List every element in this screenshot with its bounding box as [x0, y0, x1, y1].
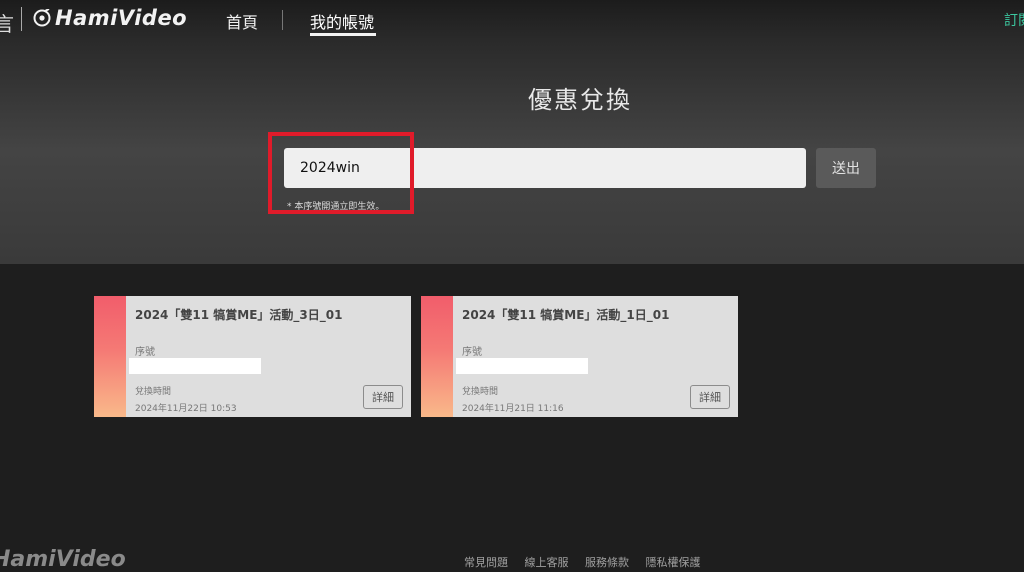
- nav-my-account-link[interactable]: 我的帳號: [310, 9, 374, 33]
- hami-video-logo[interactable]: HamiVideo: [55, 6, 187, 30]
- card-detail-button[interactable]: 詳細: [363, 385, 403, 409]
- footer-links: 常見問題 線上客服 服務條款 隱私權保護: [464, 554, 714, 570]
- card-serial-value-redacted: [456, 358, 588, 374]
- nav-subscribe-link[interactable]: 訂閱: [1004, 10, 1024, 30]
- card-serial-value-redacted: [129, 358, 261, 374]
- card-time-label: 兌換時間: [462, 387, 499, 397]
- nav-divider: [282, 10, 283, 30]
- header-hero: 言 HamiVideo 首頁 我的帳號 訂閱 優惠兌換 送出 * 本序號開通立即…: [0, 0, 1024, 264]
- footer-link-faq[interactable]: 常見問題: [464, 556, 508, 569]
- card-detail-button[interactable]: 詳細: [690, 385, 730, 409]
- footer-hami-video-logo[interactable]: HamiVideo: [0, 547, 126, 572]
- card-title: 2024「雙11 犒賞ME」活動_3日_01: [135, 308, 343, 322]
- card-color-stripe: [94, 296, 126, 417]
- card-time-value: 2024年11月21日 11:16: [462, 404, 564, 414]
- nav-home-link[interactable]: 首頁: [226, 9, 258, 33]
- card-color-stripe: [421, 296, 453, 417]
- submit-button[interactable]: 送出: [816, 148, 876, 188]
- brand-partner-logo: 言: [0, 12, 14, 36]
- active-tab-indicator: [310, 33, 376, 36]
- footer-link-support[interactable]: 線上客服: [525, 556, 569, 569]
- footer-link-privacy[interactable]: 隱私權保護: [646, 556, 701, 569]
- card-serial-label: 序號: [462, 347, 482, 358]
- top-nav: 言 HamiVideo 首頁 我的帳號 訂閱: [0, 0, 1024, 40]
- redemption-card: 2024「雙11 犒賞ME」活動_1日_01 序號 兌換時間 2024年11月2…: [421, 296, 738, 417]
- redemption-card: 2024「雙11 犒賞ME」活動_3日_01 序號 兌換時間 2024年11月2…: [94, 296, 411, 417]
- card-title: 2024「雙11 犒賞ME」活動_1日_01: [462, 308, 670, 322]
- card-serial-label: 序號: [135, 347, 155, 358]
- card-time-label: 兌換時間: [135, 387, 172, 397]
- hami-logo-icon[interactable]: [33, 9, 51, 27]
- card-time-value: 2024年11月22日 10:53: [135, 404, 237, 414]
- page-title: 優惠兌換: [528, 86, 632, 114]
- brand-divider: [21, 7, 22, 31]
- highlight-annotation-box: [268, 132, 414, 214]
- footer-link-terms[interactable]: 服務條款: [585, 556, 629, 569]
